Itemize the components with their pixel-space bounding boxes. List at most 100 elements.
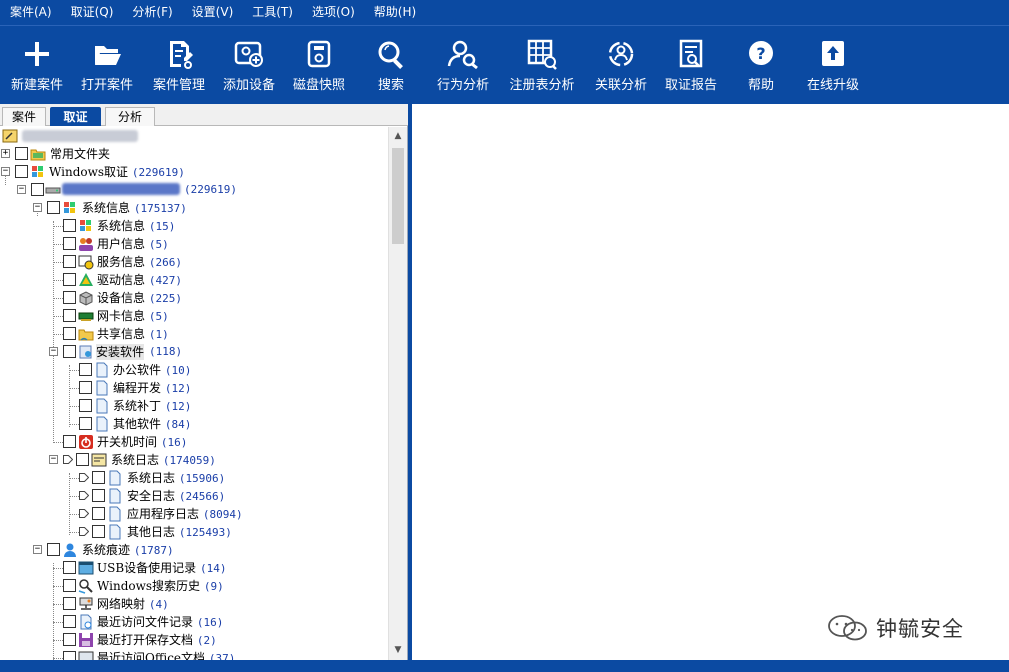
tree-item-system-log[interactable]: 系统日志 (15906) (0, 469, 388, 487)
tree-item-system-info[interactable]: − 系统信息 (175137) (0, 199, 388, 217)
tree-checkbox[interactable] (79, 399, 92, 412)
report-button[interactable]: 取证报告 (658, 26, 724, 104)
tree-item-system-patch[interactable]: 系统补丁 (12) (0, 397, 388, 415)
menu-options[interactable]: 选项(O) (302, 0, 364, 25)
tree-checkbox[interactable] (63, 651, 76, 660)
menu-settings[interactable]: 设置(V) (182, 0, 243, 25)
menu-forensics[interactable]: 取证(Q) (61, 0, 123, 25)
tree-item-device-info[interactable]: 设备信息 (225) (0, 289, 388, 307)
menu-analysis[interactable]: 分析(F) (122, 0, 181, 25)
tree-checkbox[interactable] (63, 615, 76, 628)
tree-checkbox[interactable] (15, 147, 28, 160)
tree-checkbox[interactable] (92, 525, 105, 538)
tab-case[interactable]: 案件 (2, 107, 46, 126)
tree-checkbox[interactable] (47, 201, 60, 214)
menu-help[interactable]: 帮助(H) (364, 0, 425, 25)
collapse-minus-icon[interactable]: − (33, 203, 42, 212)
tree-item-recent-office-docs[interactable]: 最近访问Office文档 (37) (0, 649, 388, 660)
tree-checkbox[interactable] (63, 291, 76, 304)
collapse-minus-icon[interactable]: − (17, 185, 26, 194)
document-icon (109, 506, 121, 522)
tree-checkbox[interactable] (63, 345, 76, 358)
tree-item-usb-history[interactable]: USB设备使用记录 (14) (0, 559, 388, 577)
tree-checkbox[interactable] (92, 507, 105, 520)
item-count: (12) (164, 400, 192, 413)
collapse-minus-icon[interactable]: − (49, 347, 58, 356)
disk-snapshot-button[interactable]: 磁盘快照 (286, 26, 352, 104)
tree-checkbox[interactable] (63, 255, 76, 268)
scroll-up-arrow-icon[interactable]: ▲ (389, 128, 407, 145)
tree-checkbox[interactable] (31, 183, 44, 196)
collapse-minus-icon[interactable]: − (49, 455, 58, 464)
tree-checkbox[interactable] (63, 273, 76, 286)
tree-checkbox[interactable] (79, 381, 92, 394)
tree-item-windows-search-history[interactable]: Windows搜索历史 (9) (0, 577, 388, 595)
collapse-minus-icon[interactable]: − (33, 545, 42, 554)
tree-item-common-folders[interactable]: + 常用文件夹 (0, 145, 388, 163)
menu-tools[interactable]: 工具(T) (242, 0, 302, 25)
tree-scrollbar[interactable]: ▲ ▼ (388, 127, 407, 660)
tree-checkbox[interactable] (63, 435, 76, 448)
user-trace-icon (64, 543, 76, 557)
menu-case[interactable]: 案件(A) (0, 0, 61, 25)
tree-root[interactable] (0, 127, 388, 145)
tree-item-dev-software[interactable]: 编程开发 (12) (0, 379, 388, 397)
tree-checkbox[interactable] (63, 597, 76, 610)
tree-item-nic-info[interactable]: 网卡信息 (5) (0, 307, 388, 325)
tree-checkbox[interactable] (63, 327, 76, 340)
tree-item-power-time[interactable]: 开关机时间 (16) (0, 433, 388, 451)
upgrade-button[interactable]: 在线升级 (800, 26, 866, 104)
scrollbar-thumb[interactable] (392, 148, 404, 244)
tree-checkbox[interactable] (79, 363, 92, 376)
expand-plus-icon[interactable]: + (1, 149, 10, 158)
tree-item-service-info[interactable]: 服务信息 (266) (0, 253, 388, 271)
tree-checkbox[interactable] (92, 471, 105, 484)
tree-item-label: 应用程序日志 (8094) (127, 507, 243, 521)
help-button[interactable]: ? 帮助 (728, 26, 794, 104)
tree-item-network-mapping[interactable]: 网络映射 (4) (0, 595, 388, 613)
tree-checkbox[interactable] (79, 417, 92, 430)
tree-checkbox[interactable] (63, 309, 76, 322)
tree-item-system-info-detail[interactable]: 系统信息 (15) (0, 217, 388, 235)
tree-item-security-log[interactable]: 安全日志 (24566) (0, 487, 388, 505)
tree-item-driver-info[interactable]: 驱动信息 (427) (0, 271, 388, 289)
tree-checkbox[interactable] (76, 453, 89, 466)
relation-analysis-button[interactable]: 关联分析 (588, 26, 654, 104)
tree-checkbox[interactable] (63, 237, 76, 250)
tree-item-application-log[interactable]: 应用程序日志 (8094) (0, 505, 388, 523)
search-button[interactable]: 搜索 (358, 26, 424, 104)
collapse-minus-icon[interactable]: − (1, 167, 10, 176)
registry-analysis-button[interactable]: 注册表分析 (502, 26, 582, 104)
tree-item-device[interactable]: − (229619) (0, 181, 388, 199)
tree-checkbox[interactable] (63, 561, 76, 574)
tree-item-user-info[interactable]: 用户信息 (5) (0, 235, 388, 253)
tree-item-system-traces[interactable]: − 系统痕迹 (1787) (0, 541, 388, 559)
app-window: 案件(A) 取证(Q) 分析(F) 设置(V) 工具(T) 选项(O) 帮助(H… (0, 0, 1009, 672)
tab-analysis[interactable]: 分析 (105, 107, 155, 126)
tree-checkbox[interactable] (63, 633, 76, 646)
tree-checkbox[interactable] (63, 579, 76, 592)
new-case-button[interactable]: 新建案件 (4, 26, 70, 104)
tree-item-recent-files[interactable]: 最近访问文件记录 (16) (0, 613, 388, 631)
network-card-icon (78, 312, 94, 321)
tree-item-windows-forensics[interactable]: − Windows取证 (229619) (0, 163, 388, 181)
tree-item-recent-saved-docs[interactable]: 最近打开保存文档 (2) (0, 631, 388, 649)
tree-item-other-software[interactable]: 其他软件 (84) (0, 415, 388, 433)
redacted-device-name (62, 183, 180, 195)
tree-checkbox[interactable] (15, 165, 28, 178)
add-device-button[interactable]: 添加设备 (216, 26, 282, 104)
tree-checkbox[interactable] (92, 489, 105, 502)
tree-item-office-software[interactable]: 办公软件 (10) (0, 361, 388, 379)
tree-checkbox[interactable] (47, 543, 60, 556)
tree-item-installed-software[interactable]: − 安装软件 (118) (0, 343, 388, 361)
tree-item-other-log[interactable]: 其他日志 (125493) (0, 523, 388, 541)
behavior-analysis-button[interactable]: 行为分析 (430, 26, 496, 104)
users-icon (79, 238, 93, 251)
tab-forensics[interactable]: 取证 (50, 107, 101, 126)
tree-checkbox[interactable] (63, 219, 76, 232)
tree-item-system-logs[interactable]: − 系统日志 (174059) (0, 451, 388, 469)
tree-item-share-info[interactable]: 共享信息 (1) (0, 325, 388, 343)
case-manage-button[interactable]: 案件管理 (146, 26, 212, 104)
open-case-button[interactable]: 打开案件 (74, 26, 140, 104)
scroll-down-arrow-icon[interactable]: ▼ (389, 642, 407, 659)
